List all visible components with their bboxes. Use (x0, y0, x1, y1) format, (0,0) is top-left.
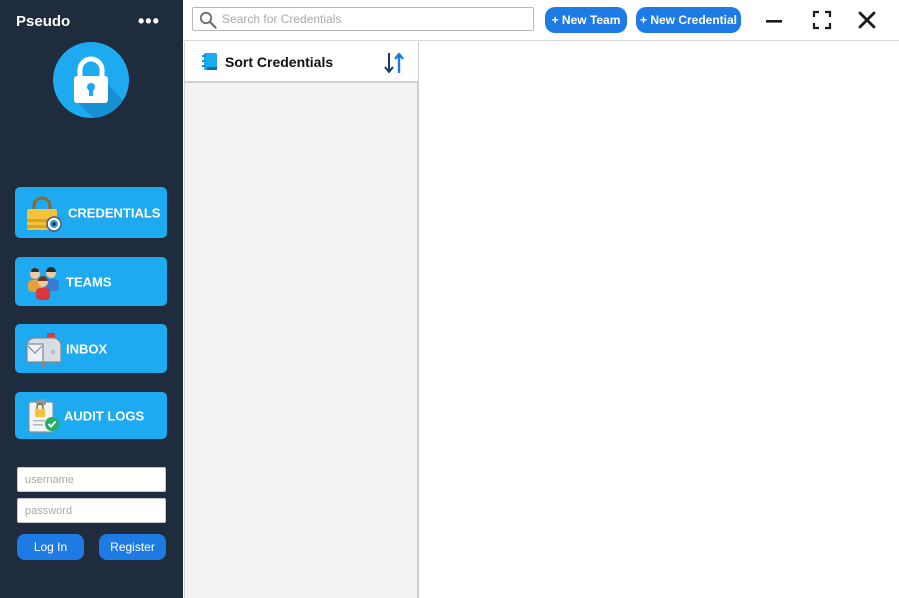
sidebar-item-inbox[interactable]: INBOX (15, 324, 167, 373)
minimize-icon[interactable] (763, 9, 785, 31)
search-box[interactable] (192, 7, 534, 31)
new-credential-button[interactable]: + New Credential (636, 7, 741, 33)
padlock-icon (53, 42, 129, 118)
toolbar: + New Team + New Credential (183, 0, 899, 41)
maximize-icon[interactable] (811, 9, 833, 31)
credential-detail-panel (421, 42, 899, 598)
app-title: Pseudo (16, 13, 71, 30)
sort-arrows-icon[interactable] (382, 51, 406, 75)
login-button[interactable]: Log In (17, 534, 84, 560)
search-icon (199, 11, 217, 29)
credentials-lock-eye-icon (25, 194, 63, 232)
audit-clipboard-icon (25, 397, 63, 435)
book-icon (201, 52, 219, 72)
app-window: Pseudo ••• CREDENTIALS TEAMS INBOX AUDIT… (0, 0, 899, 598)
sidebar-item-label: AUDIT LOGS (64, 408, 145, 423)
credential-list-panel: Sort Credentials (184, 42, 419, 598)
register-button[interactable]: Register (99, 534, 166, 560)
sidebar-item-teams[interactable]: TEAMS (15, 257, 167, 306)
sort-header: Sort Credentials (185, 42, 418, 83)
team-people-icon (25, 263, 63, 301)
mailbox-icon (25, 330, 63, 368)
more-dots-icon[interactable]: ••• (138, 12, 160, 30)
sort-title: Sort Credentials (225, 54, 334, 70)
username-field[interactable] (17, 467, 166, 492)
search-input[interactable] (222, 9, 522, 29)
password-field[interactable] (17, 498, 166, 523)
sidebar-item-label: CREDENTIALS (68, 205, 161, 220)
close-icon[interactable] (856, 9, 878, 31)
sidebar-item-label: TEAMS (66, 274, 112, 289)
sidebar-item-label: INBOX (66, 341, 108, 356)
sidebar-item-audit-logs[interactable]: AUDIT LOGS (15, 392, 167, 439)
sidebar-item-credentials[interactable]: CREDENTIALS (15, 187, 167, 238)
new-team-button[interactable]: + New Team (545, 7, 627, 33)
sidebar: Pseudo ••• CREDENTIALS TEAMS INBOX AUDIT… (0, 0, 183, 598)
